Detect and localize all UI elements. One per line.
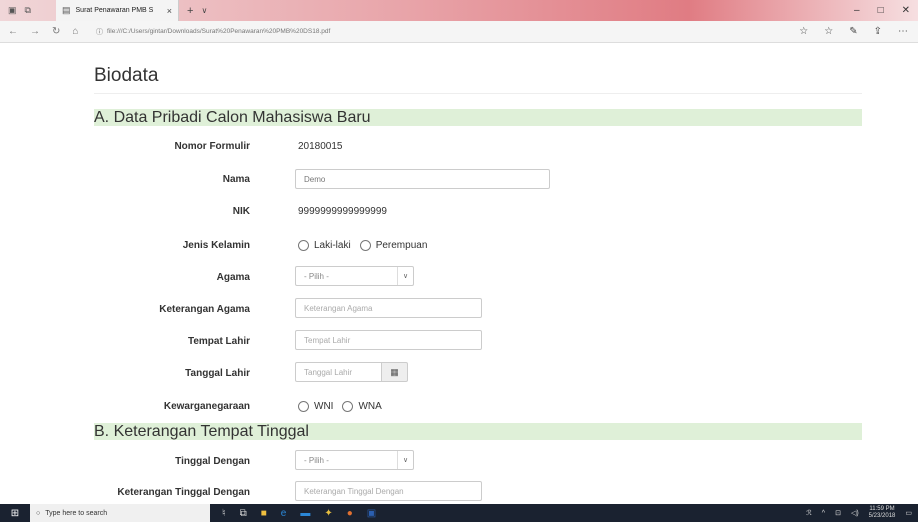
chevron-down-icon[interactable]: ∨ bbox=[397, 267, 413, 285]
calendar-icon[interactable]: ▦ bbox=[382, 362, 408, 382]
address-bar: ← → ↻ ⌂ ⓘ file:///C:/Users/gintar/Downlo… bbox=[0, 21, 918, 43]
keterangan-tinggal-label: Keterangan Tinggal Dengan bbox=[117, 487, 250, 498]
taskbar-apps: ♮ ⧉ ■ e ▬ ✦ ● ▣ bbox=[210, 508, 376, 519]
tanggal-lahir-label: Tanggal Lahir bbox=[185, 368, 250, 379]
section-b-header: B. Keterangan Tempat Tinggal bbox=[94, 423, 862, 440]
tinggal-dengan-selected: - Pilih - bbox=[304, 455, 329, 465]
radio-circle[interactable] bbox=[298, 401, 309, 412]
microphone-icon[interactable]: ♮ bbox=[222, 508, 226, 519]
browser-tab[interactable]: ▤ Surat Penawaran PMB S × bbox=[56, 0, 179, 21]
radio-circle[interactable] bbox=[298, 240, 309, 251]
pdf-icon: ▤ bbox=[62, 5, 71, 15]
tanggal-lahir-input[interactable]: Tanggal Lahir bbox=[295, 362, 382, 382]
taskbar-search-text: Type here to search bbox=[45, 509, 108, 517]
title-divider bbox=[94, 93, 862, 94]
url-field[interactable]: ⓘ file:///C:/Users/gintar/Downloads/Sura… bbox=[96, 27, 799, 37]
toolbar-icons: ☆ ☆ ✎ ⇪ ⋯ bbox=[799, 26, 918, 37]
windows-start-icon[interactable]: ⊞ bbox=[0, 504, 30, 522]
radio-label: Laki-laki bbox=[314, 240, 351, 251]
network-icon[interactable]: ⊡ bbox=[835, 509, 841, 517]
tinggal-dengan-select[interactable]: - Pilih - ∨ bbox=[295, 450, 414, 470]
file-explorer-icon[interactable]: ■ bbox=[261, 508, 267, 519]
radio-perempuan[interactable]: Perempuan bbox=[359, 240, 428, 251]
url-text[interactable]: file:///C:/Users/gintar/Downloads/Surat%… bbox=[107, 28, 330, 35]
tab-actions: ▣ ⧉ bbox=[0, 5, 56, 16]
page-title: Biodata bbox=[94, 65, 159, 86]
kewarganegaraan-radio-group: WNI WNA bbox=[298, 401, 382, 412]
home-icon[interactable]: ⌂ bbox=[72, 26, 78, 37]
tab-preview-icon[interactable]: ▣ bbox=[8, 5, 17, 16]
back-icon[interactable]: ← bbox=[8, 26, 18, 37]
task-view-icon[interactable]: ⧉ bbox=[240, 508, 247, 519]
radio-circle[interactable] bbox=[359, 240, 371, 251]
chevron-down-icon[interactable]: ∨ bbox=[397, 451, 413, 469]
browser-tab-bar: ▣ ⧉ ▤ Surat Penawaran PMB S × + ∨ – □ ✕ bbox=[0, 0, 918, 21]
taskbar: ⊞ ○ Type here to search ♮ ⧉ ■ e ▬ ✦ ● ▣ … bbox=[0, 504, 918, 522]
jenis-kelamin-radio-group: Laki-laki Perempuan bbox=[298, 240, 427, 251]
system-tray: ℛ ^ ⊡ ◁) 11:59 PM 5/23/2018 ▭ bbox=[806, 506, 918, 520]
tinggal-dengan-label: Tinggal Dengan bbox=[175, 456, 250, 467]
taskbar-search[interactable]: ○ Type here to search bbox=[30, 504, 210, 522]
store-icon[interactable]: ▬ bbox=[300, 508, 310, 519]
nama-input[interactable]: Demo bbox=[295, 169, 550, 189]
nomor-formulir-label: Nomor Formulir bbox=[174, 141, 250, 152]
page-content: Biodata A. Data Pribadi Calon Mahasiswa … bbox=[0, 43, 918, 504]
volume-icon[interactable]: ◁) bbox=[851, 509, 859, 517]
set-aside-tabs-icon[interactable]: ⧉ bbox=[25, 5, 31, 16]
forward-icon[interactable]: → bbox=[30, 26, 40, 37]
share-icon[interactable]: ⇪ bbox=[874, 26, 882, 37]
clock-date: 5/23/2018 bbox=[868, 513, 896, 519]
radio-circle[interactable] bbox=[342, 401, 354, 412]
nik-label: NIK bbox=[232, 206, 250, 217]
radio-label: WNA bbox=[358, 401, 382, 412]
radio-wna[interactable]: WNA bbox=[342, 401, 382, 412]
favorites-list-icon[interactable]: ☆ bbox=[824, 26, 833, 37]
close-window-icon[interactable]: ✕ bbox=[902, 5, 910, 16]
tempat-lahir-label: Tempat Lahir bbox=[187, 336, 250, 347]
tab-list-button[interactable]: ∨ bbox=[201, 6, 207, 15]
clock[interactable]: 11:59 PM 5/23/2018 bbox=[869, 506, 896, 520]
tray-chevron-icon[interactable]: ^ bbox=[822, 510, 825, 517]
cortana-icon: ○ bbox=[36, 509, 41, 517]
maximize-icon[interactable]: □ bbox=[878, 5, 884, 16]
radio-label: Perempuan bbox=[375, 240, 428, 251]
close-tab-icon[interactable]: × bbox=[167, 6, 172, 16]
keterangan-agama-input[interactable]: Keterangan Agama bbox=[295, 298, 482, 318]
firefox-icon[interactable]: ● bbox=[347, 508, 353, 519]
window-controls: – □ ✕ bbox=[854, 5, 918, 16]
agama-label: Agama bbox=[216, 272, 250, 283]
file-icon: ⓘ bbox=[96, 28, 103, 36]
radio-wni[interactable]: WNI bbox=[298, 401, 333, 412]
word-icon[interactable]: ▣ bbox=[367, 508, 376, 519]
agama-selected: - Pilih - bbox=[304, 271, 329, 281]
pen-icon[interactable]: ✎ bbox=[849, 26, 857, 37]
keterangan-tinggal-input[interactable]: Keterangan Tinggal Dengan bbox=[295, 481, 482, 501]
tanggal-lahir-group: Tanggal Lahir ▦ bbox=[295, 362, 408, 382]
edge-icon[interactable]: e bbox=[281, 508, 287, 519]
more-icon[interactable]: ⋯ bbox=[898, 26, 908, 37]
app-icon[interactable]: ✦ bbox=[324, 508, 332, 519]
radio-label: WNI bbox=[314, 401, 334, 412]
people-icon[interactable]: ℛ bbox=[806, 509, 812, 517]
favorite-star-icon[interactable]: ☆ bbox=[799, 26, 808, 37]
clock-time: 11:59 PM bbox=[869, 506, 895, 512]
agama-select[interactable]: - Pilih - ∨ bbox=[295, 266, 414, 286]
nik-value: 9999999999999999 bbox=[298, 206, 387, 217]
kewarganegaraan-label: Kewarganegaraan bbox=[163, 401, 250, 412]
tab-title: Surat Penawaran PMB S bbox=[75, 7, 154, 14]
jenis-kelamin-label: Jenis Kelamin bbox=[182, 240, 250, 251]
nomor-formulir-value: 20180015 bbox=[298, 141, 343, 152]
nama-label: Nama bbox=[222, 174, 250, 185]
radio-laki-laki[interactable]: Laki-laki bbox=[298, 240, 351, 251]
minimize-icon[interactable]: – bbox=[854, 5, 860, 16]
keterangan-agama-label: Keterangan Agama bbox=[159, 304, 250, 315]
refresh-icon[interactable]: ↻ bbox=[52, 26, 60, 37]
section-a-header: A. Data Pribadi Calon Mahasiswa Baru bbox=[94, 109, 862, 126]
new-tab-button[interactable]: + bbox=[187, 5, 193, 17]
tempat-lahir-input[interactable]: Tempat Lahir bbox=[295, 330, 482, 350]
notification-icon[interactable]: ▭ bbox=[905, 509, 912, 517]
navigation-buttons: ← → ↻ ⌂ bbox=[0, 26, 96, 37]
